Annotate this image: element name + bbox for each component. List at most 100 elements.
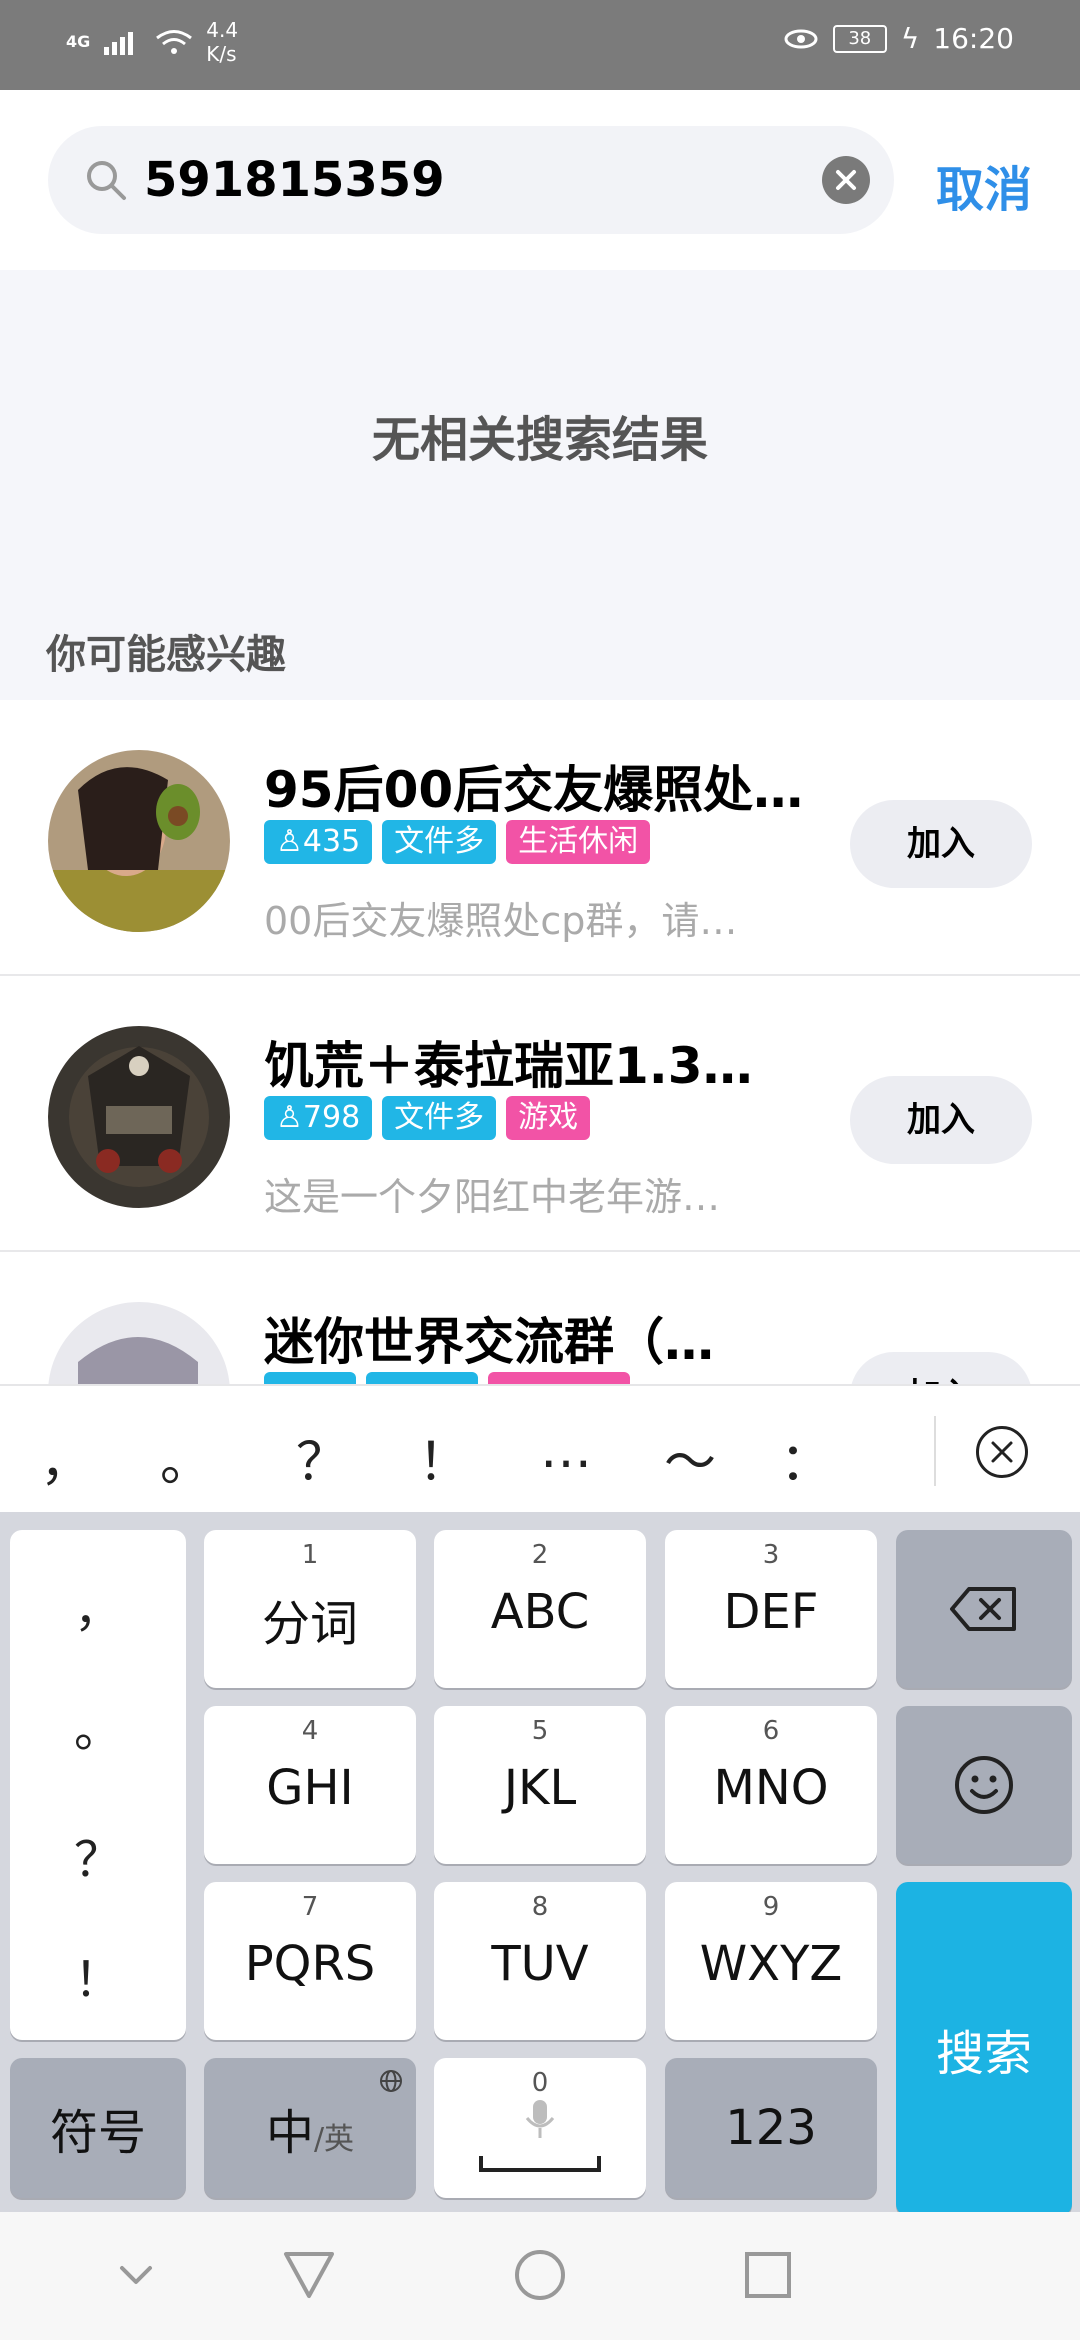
join-button[interactable]: 加入 — [850, 800, 1032, 888]
punct-exclaim[interactable]: ！ — [418, 1420, 470, 1495]
key-number: 2 — [531, 1540, 549, 1570]
wifi-icon — [156, 30, 193, 54]
lang-main: 中 — [265, 2105, 314, 2161]
key-label: JKL — [503, 1760, 577, 1816]
group-name: 95后00后交友爆照处… — [264, 761, 804, 819]
avatar — [48, 750, 230, 932]
tag-files: 文件多 — [382, 1096, 497, 1140]
search-query[interactable]: 591815359 — [144, 150, 445, 210]
close-icon — [991, 1441, 1013, 1463]
group-item[interactable]: 饥荒＋泰拉瑞亚1.3… ♙798 文件多 游戏 这是一个夕阳红中老年游… 加入 — [0, 976, 1080, 1252]
space-key[interactable]: 0 — [434, 2058, 646, 2198]
language-key[interactable]: 中/英 — [204, 2058, 416, 2198]
key-1[interactable]: 1 分词 — [204, 1530, 416, 1688]
group-description: 00后交友爆照处cp群，请… — [264, 899, 738, 943]
home-icon[interactable] — [513, 2248, 567, 2302]
speed-value: 4.4 — [206, 18, 239, 42]
punct-colon[interactable]: ： — [780, 1420, 832, 1495]
space-number: 0 — [531, 2068, 549, 2098]
punct-ellipsis[interactable]: … — [540, 1420, 592, 1480]
cancel-button[interactable]: 取消 — [936, 150, 1032, 220]
hide-keyboard-icon[interactable] — [112, 2252, 160, 2300]
search-input[interactable]: 591815359 — [48, 126, 894, 234]
screen: 4G 4.4 K/s 38 ϟ 16:20 591815359 取消 无相关搜索… — [0, 0, 1080, 2340]
symbol-key[interactable]: 符号 — [10, 2058, 186, 2198]
emoji-key[interactable] — [896, 1706, 1072, 1864]
avatar — [48, 1026, 230, 1208]
smiley-icon — [955, 1756, 1013, 1814]
key-2[interactable]: 2 ABC — [434, 1530, 646, 1688]
punct-period[interactable]: 。 — [160, 1420, 212, 1495]
kb-punct-exclaim[interactable]: ！ — [10, 1940, 186, 2010]
search-key-label: 搜索 — [935, 2026, 1032, 2082]
language-label: 中/英 — [204, 2093, 416, 2163]
group-description: 这是一个夕阳红中老年游… — [264, 1175, 721, 1219]
clear-button[interactable] — [822, 156, 870, 204]
number-key[interactable]: 123 — [665, 2058, 877, 2198]
key-8[interactable]: 8 TUV — [434, 1882, 646, 2040]
group-name: 迷你世界交流群（… — [264, 1313, 714, 1371]
key-label: MNO — [713, 1760, 829, 1816]
member-count: 798 — [302, 1100, 361, 1135]
search-key[interactable]: 搜索 — [896, 1882, 1072, 2216]
speed-unit: K/s — [206, 42, 237, 66]
key-7[interactable]: 7 PQRS — [204, 1882, 416, 2040]
symbol-label: 符号 — [49, 2105, 146, 2161]
punctuation-bar: ， 。 ？ ！ … ～ ： — [0, 1384, 1080, 1512]
member-count-tag: ♙798 — [264, 1096, 373, 1140]
key-4[interactable]: 4 GHI — [204, 1706, 416, 1864]
join-button[interactable]: 加入 — [850, 1076, 1032, 1164]
keyboard: ， 。 ？ ！ 1 分词 2 ABC 3 DEF 4 GHI 5 JKL 6 M… — [0, 1512, 1080, 2216]
close-keyboard-button[interactable] — [976, 1426, 1028, 1478]
back-icon[interactable] — [282, 2248, 336, 2302]
key-label: ABC — [490, 1584, 590, 1640]
group-list: 95后00后交友爆照处… ♙435 文件多 生活休闲 00后交友爆照处cp群，请… — [0, 700, 1080, 1384]
empty-state: 无相关搜索结果 你可能感兴趣 — [0, 270, 1080, 700]
group-name: 饥荒＋泰拉瑞亚1.3… — [264, 1037, 753, 1095]
key-number: 3 — [762, 1540, 780, 1570]
key-label: PQRS — [244, 1936, 376, 1992]
key-3[interactable]: 3 DEF — [665, 1530, 877, 1688]
join-button[interactable]: 加入 — [850, 1352, 1032, 1384]
punct-tilde[interactable]: ～ — [664, 1420, 716, 1495]
punct-question[interactable]: ？ — [296, 1420, 348, 1495]
member-count-tag: ♙435 — [264, 820, 373, 864]
key-label: DEF — [723, 1584, 819, 1640]
backspace-key[interactable] — [896, 1530, 1072, 1688]
key-number: 9 — [762, 1892, 780, 1922]
clock: 16:20 — [933, 22, 1014, 55]
kb-punct-period[interactable]: 。 — [10, 1690, 186, 1760]
kb-punct-question[interactable]: ？ — [10, 1820, 186, 1890]
punct-column[interactable]: ， 。 ？ ！ — [10, 1530, 186, 2040]
charging-icon: ϟ — [900, 22, 920, 55]
search-icon — [87, 161, 126, 200]
kb-punct-comma[interactable]: ， — [10, 1570, 186, 1640]
punct-comma[interactable]: ， — [40, 1420, 92, 1495]
navigation-bar — [0, 2212, 1080, 2340]
member-count-tag — [264, 1372, 356, 1384]
status-bar: 4G 4.4 K/s 38 ϟ 16:20 — [0, 0, 1080, 90]
key-number: 4 — [301, 1716, 319, 1746]
group-item[interactable]: 95后00后交友爆照处… ♙435 文件多 生活休闲 00后交友爆照处cp群，请… — [0, 700, 1080, 976]
member-count: 435 — [302, 824, 361, 859]
network-type: 4G — [66, 32, 91, 51]
member-icon: ♙ — [276, 1100, 303, 1135]
group-tags: ♙798 文件多 游戏 — [264, 1096, 591, 1140]
key-label: WXYZ — [699, 1936, 843, 1992]
group-tags — [264, 1372, 630, 1384]
key-number: 7 — [301, 1892, 319, 1922]
key-number: 1 — [301, 1540, 319, 1570]
group-item[interactable]: 迷你世界交流群（… 加入 — [0, 1252, 1080, 1384]
status-right: 38 ϟ 16:20 — [783, 22, 1014, 55]
group-tags: ♙435 文件多 生活休闲 — [264, 820, 651, 864]
battery-level: 38 — [832, 24, 887, 53]
recent-apps-icon[interactable] — [743, 2250, 793, 2300]
divider — [934, 1416, 936, 1486]
key-5[interactable]: 5 JKL — [434, 1706, 646, 1864]
signal-icon — [104, 32, 134, 55]
tag-category: 游戏 — [506, 1096, 591, 1140]
key-9[interactable]: 9 WXYZ — [665, 1882, 877, 2040]
tag-files: 文件多 — [382, 820, 497, 864]
member-icon: ♙ — [276, 824, 303, 859]
key-6[interactable]: 6 MNO — [665, 1706, 877, 1864]
